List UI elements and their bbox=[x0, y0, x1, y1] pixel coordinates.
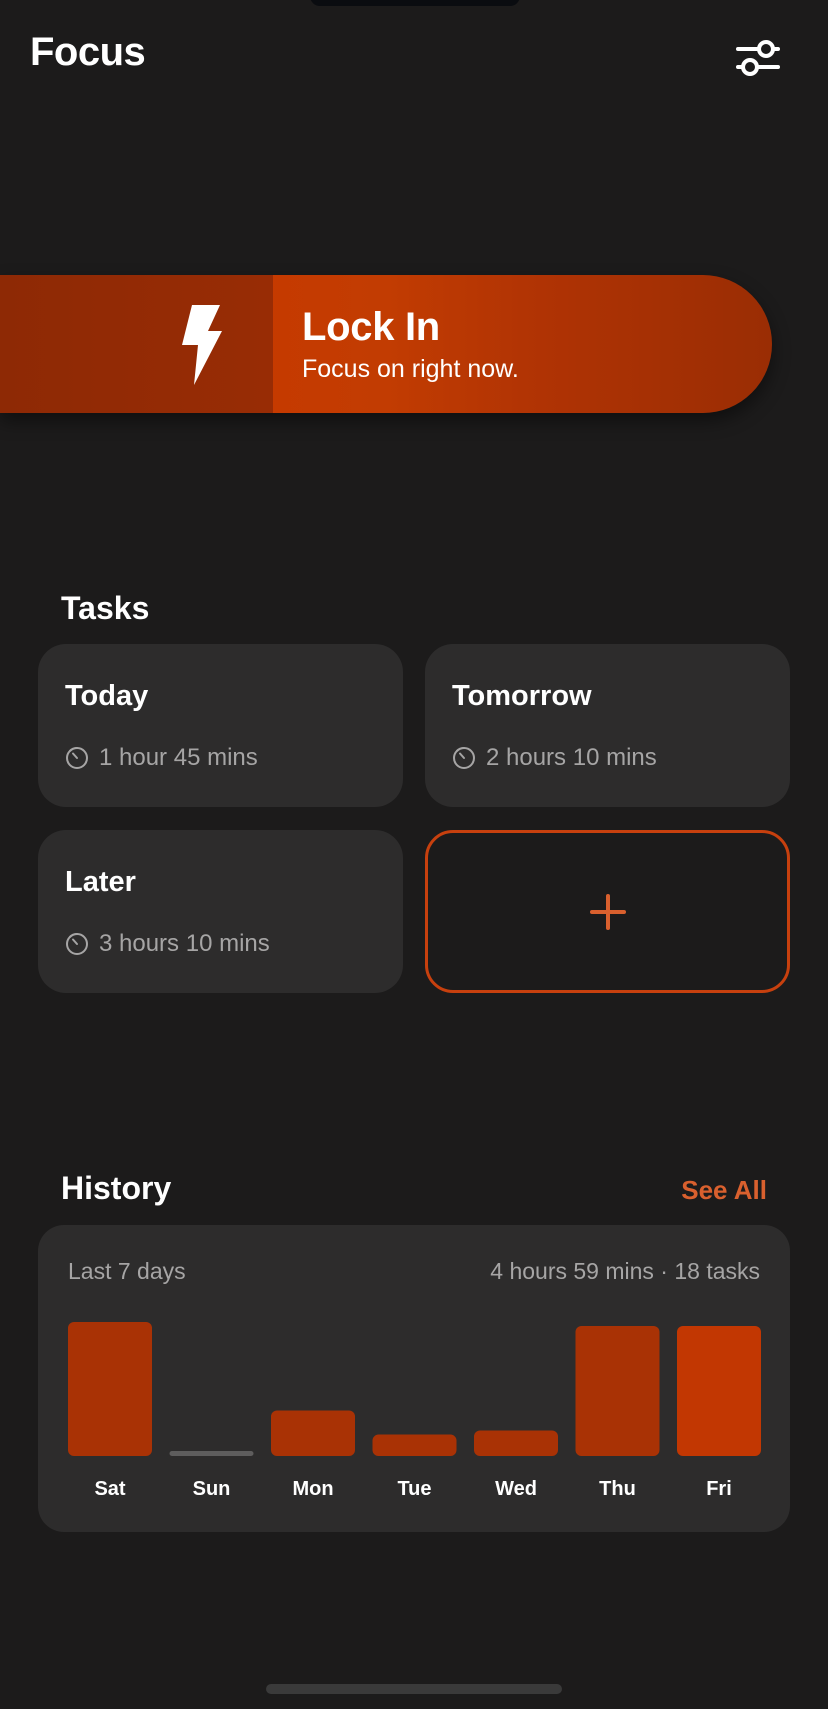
history-card[interactable]: Last 7 days 4 hours 59 mins · 18 tasks S… bbox=[38, 1225, 790, 1532]
task-card-tomorrow[interactable]: Tomorrow 2 hours 10 mins bbox=[425, 644, 790, 807]
tick-label-thu: Thu bbox=[599, 1478, 636, 1500]
bar-thu bbox=[575, 1326, 660, 1456]
tick-label-mon: Mon bbox=[292, 1478, 333, 1500]
bar-sun bbox=[169, 1451, 254, 1456]
bar-wed bbox=[474, 1430, 558, 1456]
tick-label-sun: Sun bbox=[193, 1478, 231, 1500]
lock-in-icon-panel bbox=[0, 275, 273, 413]
task-card-today[interactable]: Today 1 hour 45 mins bbox=[38, 644, 403, 807]
tick-label-wed: Wed bbox=[495, 1478, 537, 1500]
focus-screen: Focus Lock In Focus on right now. Tasks … bbox=[0, 0, 828, 1709]
task-card-later[interactable]: Later 3 hours 10 mins bbox=[38, 830, 403, 993]
tasks-heading: Tasks bbox=[61, 590, 150, 626]
bar-tue bbox=[372, 1434, 457, 1456]
tick-label-fri: Fri bbox=[706, 1478, 732, 1500]
bar-fri bbox=[677, 1326, 761, 1456]
home-indicator bbox=[266, 1684, 562, 1694]
lock-in-title: Lock In bbox=[302, 305, 440, 349]
task-card-title: Today bbox=[65, 680, 149, 712]
timer-icon bbox=[66, 933, 88, 955]
tick-label-tue: Tue bbox=[397, 1478, 431, 1500]
duration-text: 3 hours 10 mins bbox=[99, 930, 270, 957]
see-all-link[interactable]: See All bbox=[681, 1175, 767, 1206]
sliders-icon bbox=[736, 40, 780, 76]
task-card-title: Later bbox=[65, 866, 136, 898]
timer-icon bbox=[453, 747, 475, 769]
tick-label-sat: Sat bbox=[94, 1478, 125, 1500]
lock-in-button[interactable]: Lock In Focus on right now. bbox=[0, 275, 772, 413]
add-task-button[interactable] bbox=[425, 830, 790, 993]
bar-mon bbox=[271, 1410, 355, 1456]
plus-icon bbox=[589, 893, 626, 930]
duration-text: 2 hours 10 mins bbox=[486, 744, 657, 771]
bolt-icon bbox=[182, 305, 222, 385]
settings-button[interactable] bbox=[734, 36, 782, 80]
device-notch bbox=[310, 0, 520, 6]
task-card-duration: 3 hours 10 mins bbox=[65, 930, 270, 958]
task-card-title: Tomorrow bbox=[452, 680, 592, 712]
task-card-duration: 1 hour 45 mins bbox=[65, 744, 258, 772]
task-card-duration: 2 hours 10 mins bbox=[452, 744, 657, 772]
page-title: Focus bbox=[30, 30, 146, 74]
duration-text: 1 hour 45 mins bbox=[99, 744, 258, 771]
bar-sat bbox=[68, 1322, 152, 1456]
lock-in-subtitle: Focus on right now. bbox=[302, 355, 519, 383]
history-heading: History bbox=[61, 1170, 172, 1206]
history-bar-chart: Sat Sun Mon Tue Wed Thu Fri bbox=[68, 1322, 761, 1500]
timer-icon bbox=[66, 747, 88, 769]
